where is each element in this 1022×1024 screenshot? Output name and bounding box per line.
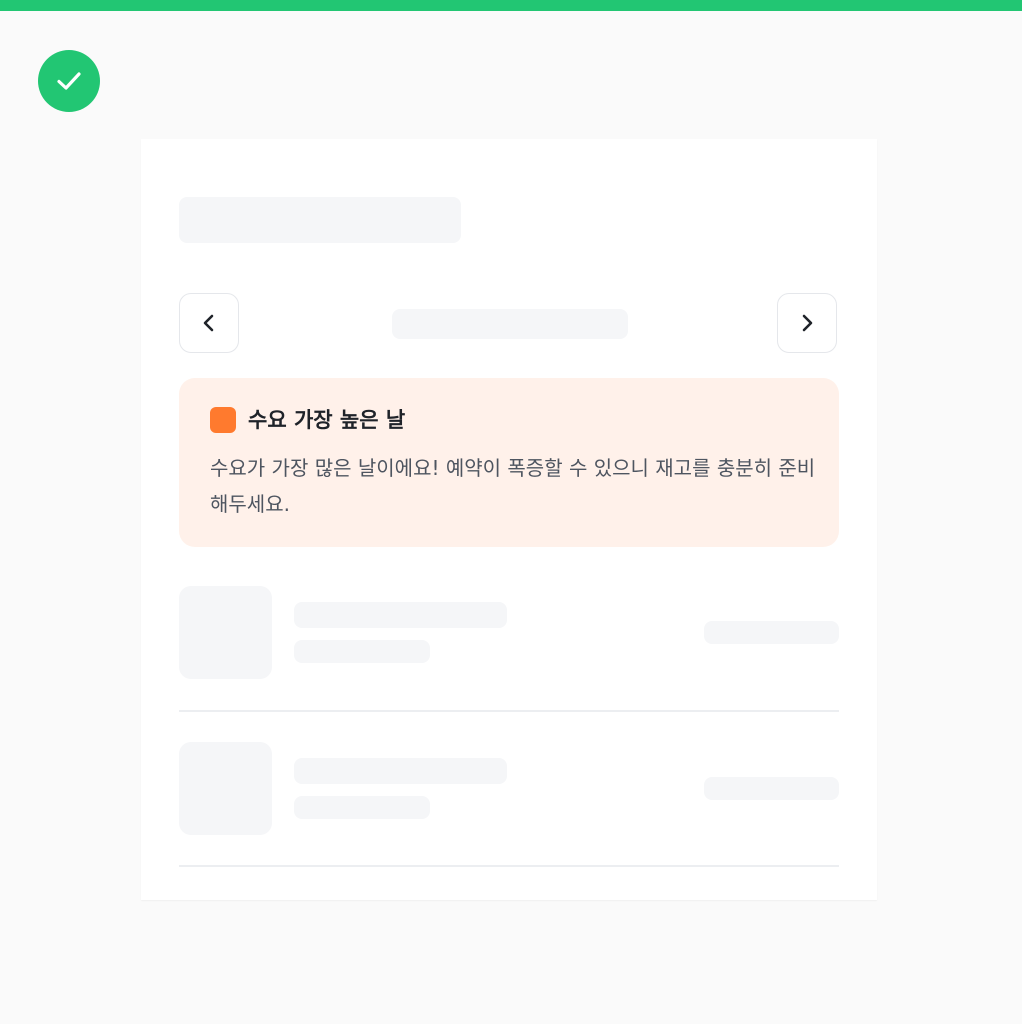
next-button[interactable] [777, 293, 837, 353]
notice-marker [210, 407, 236, 433]
notice-body: 수요가 가장 많은 날이에요! 예약이 폭증할 수 있으니 재고를 충분히 준비… [210, 456, 816, 516]
chevron-right-icon [802, 314, 813, 332]
thumbnail-skeleton [179, 586, 272, 679]
peak-demand-notice: 수요 가장 높은 날 수요가 가장 많은 날이에요! 예약이 폭증할 수 있으니… [179, 378, 839, 547]
item-value-skeleton [704, 777, 839, 800]
divider [179, 865, 839, 867]
top-accent-bar [0, 0, 1022, 11]
check-icon [38, 50, 100, 112]
item-title-skeleton [294, 602, 507, 628]
divider [179, 710, 839, 712]
prev-button[interactable] [179, 293, 239, 353]
item-value-skeleton [704, 621, 839, 644]
date-label-skeleton [392, 309, 628, 339]
chevron-left-icon [203, 314, 214, 332]
item-subtitle-skeleton [294, 640, 430, 663]
item-subtitle-skeleton [294, 796, 430, 819]
thumbnail-skeleton [179, 742, 272, 835]
item-title-skeleton [294, 758, 507, 784]
notice-title: 수요 가장 높은 날 [248, 408, 406, 432]
content-card: 수요 가장 높은 날 수요가 가장 많은 날이에요! 예약이 폭증할 수 있으니… [141, 139, 877, 900]
title-skeleton [179, 197, 461, 243]
